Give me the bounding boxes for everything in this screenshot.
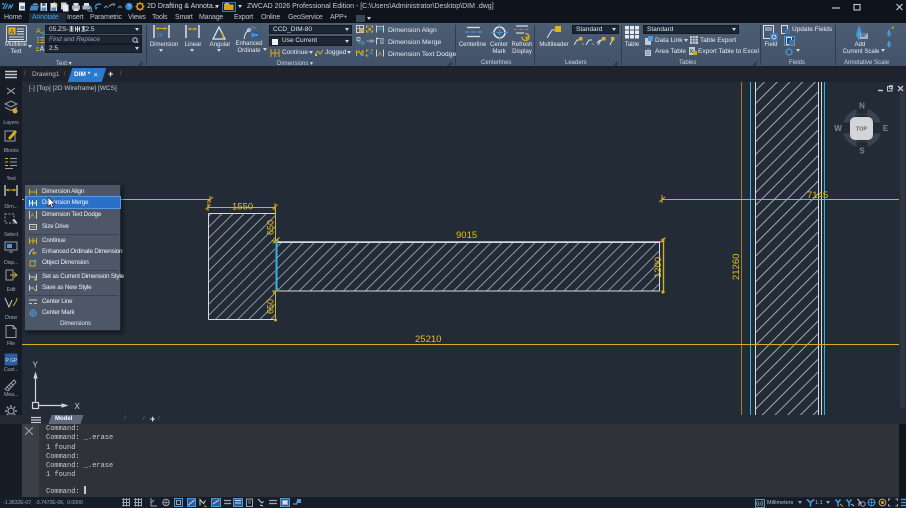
svg-text:0.0: 0.0 <box>756 501 763 507</box>
svg-text:P GP: P GP <box>6 358 19 364</box>
svg-text:W: W <box>834 124 842 133</box>
svg-text:TOP: TOP <box>856 127 868 133</box>
svg-text:7145: 7145 <box>807 190 828 201</box>
svg-text:24: 24 <box>157 33 163 39</box>
svg-text:Y=: Y= <box>250 26 257 32</box>
svg-text:E: E <box>883 124 889 133</box>
svg-text:A: A <box>10 29 15 36</box>
svg-text:25210: 25210 <box>415 334 441 345</box>
svg-text:A: A <box>378 51 383 57</box>
svg-text:m: m <box>647 47 650 51</box>
svg-text:650: 650 <box>266 299 276 314</box>
svg-text:X=: X= <box>251 33 258 39</box>
svg-text:N: N <box>859 102 865 111</box>
svg-text:A: A <box>36 28 41 35</box>
svg-text:S: S <box>859 147 865 156</box>
svg-text:650: 650 <box>266 220 276 235</box>
svg-text:Y: Y <box>33 361 39 370</box>
svg-text:21260: 21260 <box>731 254 742 280</box>
svg-text:A: A <box>31 213 35 219</box>
svg-text:X: X <box>75 402 81 411</box>
svg-text:1200: 1200 <box>653 257 664 278</box>
svg-text:9015: 9015 <box>456 230 477 241</box>
svg-text:1550: 1550 <box>232 202 253 213</box>
